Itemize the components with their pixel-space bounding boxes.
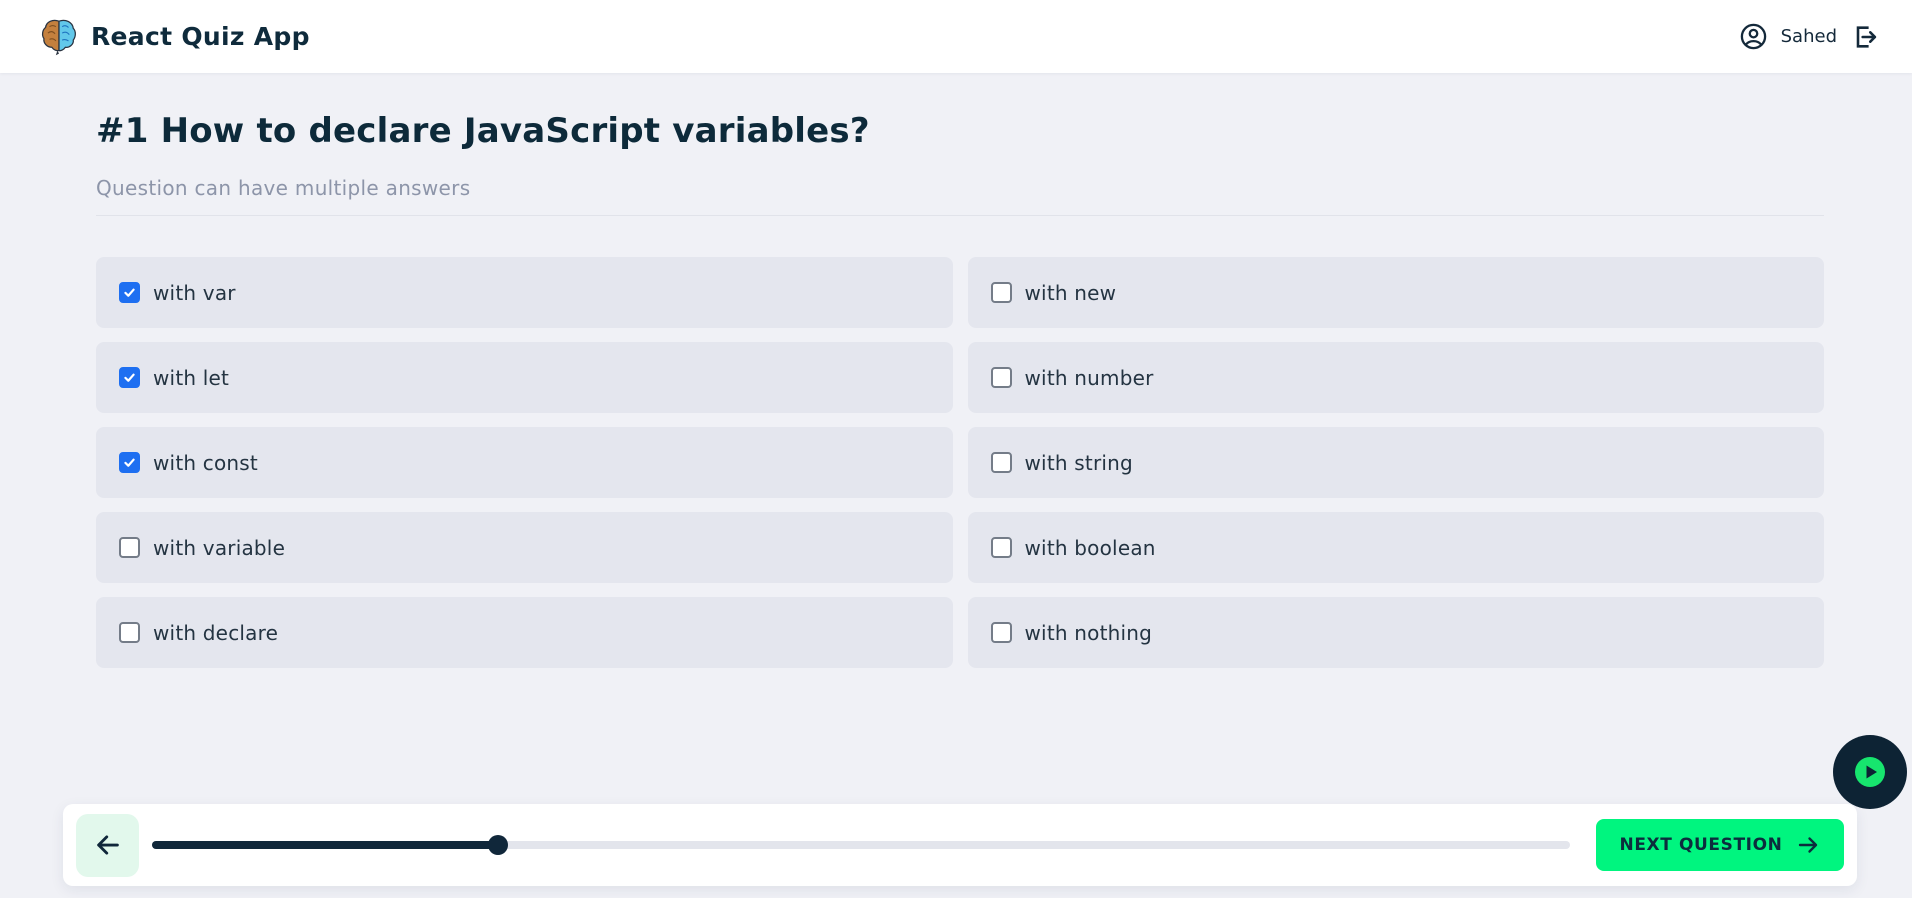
answer-option[interactable]: with boolean [967, 512, 1824, 583]
answer-option-label: with const [153, 450, 258, 475]
checkbox[interactable] [119, 622, 140, 643]
answer-option-label: with boolean [1024, 535, 1156, 560]
answer-option[interactable]: with string [967, 427, 1824, 498]
checkbox[interactable] [990, 367, 1012, 388]
answer-option[interactable]: with new [967, 257, 1824, 328]
question-title: #1 How to declare JavaScript variables? [96, 111, 870, 151]
username: Sahed [1780, 26, 1837, 47]
checkbox[interactable] [119, 537, 140, 558]
checkbox[interactable] [119, 282, 140, 303]
previous-question-button[interactable] [76, 813, 139, 877]
next-question-label: NEXT QUESTION [1619, 835, 1783, 855]
slider-fill [152, 835, 508, 855]
answer-option[interactable]: with nothing [967, 597, 1824, 668]
arrow-left-icon [93, 830, 123, 860]
answer-option[interactable]: with var [96, 257, 953, 328]
answer-option[interactable]: with const [96, 427, 953, 498]
question-panel: #1 How to declare JavaScript variables? … [0, 73, 1912, 668]
answer-option-label: with variable [153, 535, 286, 560]
answer-option-label: with new [1024, 280, 1117, 305]
header: React Quiz App Sahed [0, 0, 1912, 73]
checkbox[interactable] [990, 452, 1012, 473]
logout-button[interactable] [1850, 22, 1880, 52]
video-play-fab-button[interactable] [1833, 735, 1907, 809]
play-icon [1854, 756, 1886, 788]
answer-option[interactable]: with declare [96, 597, 953, 668]
question-subtitle: Question can have multiple answers [96, 176, 471, 200]
answer-option-label: with let [153, 365, 230, 390]
answer-option-label: with var [153, 280, 236, 305]
checkbox[interactable] [990, 537, 1012, 558]
checkbox[interactable] [119, 452, 140, 473]
checkbox[interactable] [119, 367, 140, 388]
next-question-button[interactable]: NEXT QUESTION [1596, 819, 1844, 871]
footer-nav-bar: NEXT QUESTION [63, 804, 1857, 886]
divider [96, 215, 1824, 216]
app-title: React Quiz App [91, 22, 310, 51]
answer-option[interactable]: with number [967, 342, 1824, 413]
answer-option-label: with nothing [1024, 620, 1153, 645]
slider-thumb[interactable] [487, 835, 508, 855]
arrow-right-icon [1796, 833, 1820, 857]
answer-option-label: with number [1024, 365, 1154, 390]
answer-options-grid: with var with new with let with number w… [96, 257, 1824, 668]
quiz-app-page: React Quiz App Sahed #1 How to declare J… [0, 0, 1912, 898]
brain-logo-icon [40, 16, 78, 58]
user-area: Sahed [1739, 22, 1880, 52]
logout-icon [1851, 23, 1879, 51]
answer-option-label: with string [1024, 450, 1133, 475]
checkbox[interactable] [990, 282, 1012, 303]
answer-option-label: with declare [153, 620, 279, 645]
answer-option[interactable]: with variable [96, 512, 953, 583]
answer-option[interactable]: with let [96, 342, 953, 413]
progress-slider[interactable] [152, 835, 1570, 855]
checkbox[interactable] [990, 622, 1012, 643]
person-circle-icon [1739, 22, 1768, 51]
